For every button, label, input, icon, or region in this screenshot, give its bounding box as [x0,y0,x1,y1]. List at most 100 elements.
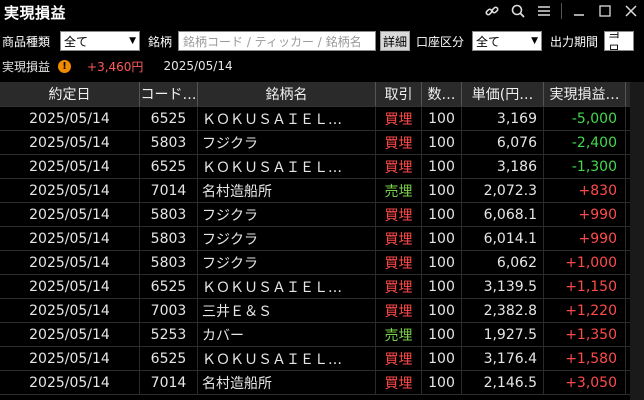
cell-qty: 100 [422,227,462,250]
product-type-select[interactable]: 全て ▼ [60,31,140,51]
account-type-label: 口座区分 [416,34,465,49]
cell-price: 3,186 [462,155,544,178]
cell-name: フジクラ [198,203,376,226]
cell-code: 5803 [140,251,198,274]
table-row[interactable]: 2025/05/14 6525 ＫＯＫＵＳＡＩＥＬ… 買埋 100 3,176.4 +1,5… [0,347,644,371]
cell-price: 2,382.8 [462,299,544,322]
cell-price: 3,139.5 [462,275,544,298]
summary-date: 2025/05/14 [163,59,233,73]
product-type-value: 全て [64,34,89,49]
detail-button[interactable]: 詳細 [380,31,410,51]
header-code[interactable]: コード… [140,82,198,106]
scrollbar[interactable] [630,82,644,400]
warning-icon[interactable]: ! [58,59,72,73]
cell-qty: 100 [422,155,462,178]
header-price[interactable]: 単価(円… [462,82,544,106]
cell-date: 2025/05/14 [0,299,140,322]
table-row[interactable]: 2025/05/14 5803 フジクラ 買埋 100 6,068.1 +990 [0,203,644,227]
cell-pnl: +1,220 [544,299,626,322]
cell-code: 5803 [140,131,198,154]
cell-name: フジクラ [198,227,376,250]
cell-code: 5803 [140,203,198,226]
cell-date: 2025/05/14 [0,107,140,130]
cell-pnl: +830 [544,179,626,202]
header-qty[interactable]: 数… [422,82,462,106]
cell-qty: 100 [422,107,462,130]
cell-pnl: +990 [544,227,626,250]
cell-qty: 100 [422,131,462,154]
table-row[interactable]: 2025/05/14 6525 ＫＯＫＵＳＡＩＥＬ… 買埋 100 3,169 -5,000 [0,107,644,131]
cell-side: 売埋 [376,323,422,346]
cell-pnl: +990 [544,203,626,226]
period-value: 当日 [608,31,621,51]
cell-pnl: -2,400 [544,131,626,154]
table-row[interactable]: 2025/05/14 5803 フジクラ 買埋 100 6,076 -2,400 [0,131,644,155]
table-row[interactable]: 2025/05/14 5803 フジクラ 買埋 100 6,062 +1,000 [0,251,644,275]
period-select[interactable]: 当日 [604,31,634,51]
cell-price: 1,927.5 [462,323,544,346]
cell-code: 6525 [140,347,198,370]
symbol-label: 銘柄 [148,34,173,49]
cell-price: 2,146.5 [462,371,544,394]
menu-icon[interactable] [531,1,557,21]
cell-code: 5803 [140,227,198,250]
cell-side: 売埋 [376,179,422,202]
pnl-table: 約定日 コード… 銘柄名 取引 数… 単価(円… 実現損益… 2025/05/1… [0,82,644,395]
table-row[interactable]: 2025/05/14 7014 名村造船所 買埋 100 2,146.5 +3,050 [0,371,644,395]
cell-date: 2025/05/14 [0,227,140,250]
maximize-icon[interactable] [592,1,618,21]
table-row[interactable]: 2025/05/14 7014 名村造船所 売埋 100 2,072.3 +830 [0,179,644,203]
table-row[interactable]: 2025/05/14 6525 ＫＯＫＵＳＡＩＥＬ… 買埋 100 3,186 -1,300 [0,155,644,179]
cell-price: 6,076 [462,131,544,154]
cell-pnl: +1,000 [544,251,626,274]
cell-pnl: +1,150 [544,275,626,298]
product-type-label: 商品種類 [2,34,51,49]
cell-pnl: +1,350 [544,323,626,346]
cell-side: 買埋 [376,131,422,154]
summary-row: 実現損益 ! +3,460円 2025/05/14 [0,57,644,75]
cell-price: 2,072.3 [462,179,544,202]
cell-code: 6525 [140,275,198,298]
cell-code: 7014 [140,371,198,394]
table-body: 2025/05/14 6525 ＫＯＫＵＳＡＩＥＬ… 買埋 100 3,169 -5,000… [0,107,644,395]
cell-pnl: +3,050 [544,371,626,394]
cell-side: 買埋 [376,227,422,250]
cell-name: カバー [198,323,376,346]
header-pnl[interactable]: 実現損益… [544,82,626,106]
table-row[interactable]: 2025/05/14 5253 カバー 売埋 100 1,927.5 +1,350 [0,323,644,347]
header-side[interactable]: 取引 [376,82,422,106]
table-row[interactable]: 2025/05/14 6525 ＫＯＫＵＳＡＩＥＬ… 買埋 100 3,139.5 +1,1… [0,275,644,299]
table-row[interactable]: 2025/05/14 7003 三井Ｅ＆Ｓ 買埋 100 2,382.8 +1,220 [0,299,644,323]
summary-label: 実現損益 [2,59,51,74]
period-label: 出力期間 [550,34,599,49]
account-type-value: 全て [476,34,501,49]
cell-side: 買埋 [376,347,422,370]
cell-price: 6,014.1 [462,227,544,250]
cell-date: 2025/05/14 [0,179,140,202]
cell-name: 三井Ｅ＆Ｓ [198,299,376,322]
cell-pnl: -5,000 [544,107,626,130]
search-icon[interactable] [505,1,531,21]
cell-date: 2025/05/14 [0,347,140,370]
cell-name: 名村造船所 [198,371,376,394]
cell-name: フジクラ [198,131,376,154]
cell-date: 2025/05/14 [0,203,140,226]
link-icon[interactable] [479,1,505,21]
cell-code: 7003 [140,299,198,322]
cell-date: 2025/05/14 [0,131,140,154]
account-type-select[interactable]: 全て ▼ [472,31,542,51]
cell-date: 2025/05/14 [0,251,140,274]
cell-side: 買埋 [376,155,422,178]
cell-pnl: +1,580 [544,347,626,370]
minimize-icon[interactable] [566,1,592,21]
total-pnl: +3,460円 [87,59,144,74]
header-date[interactable]: 約定日 [0,82,140,106]
cell-code: 7014 [140,179,198,202]
cell-side: 買埋 [376,251,422,274]
cell-price: 6,068.1 [462,203,544,226]
cell-code: 6525 [140,107,198,130]
symbol-search-input[interactable]: 銘柄コード / ティッカー / 銘柄名 [178,31,376,51]
close-icon[interactable] [618,1,644,21]
table-row[interactable]: 2025/05/14 5803 フジクラ 買埋 100 6,014.1 +990 [0,227,644,251]
header-name[interactable]: 銘柄名 [198,82,376,106]
